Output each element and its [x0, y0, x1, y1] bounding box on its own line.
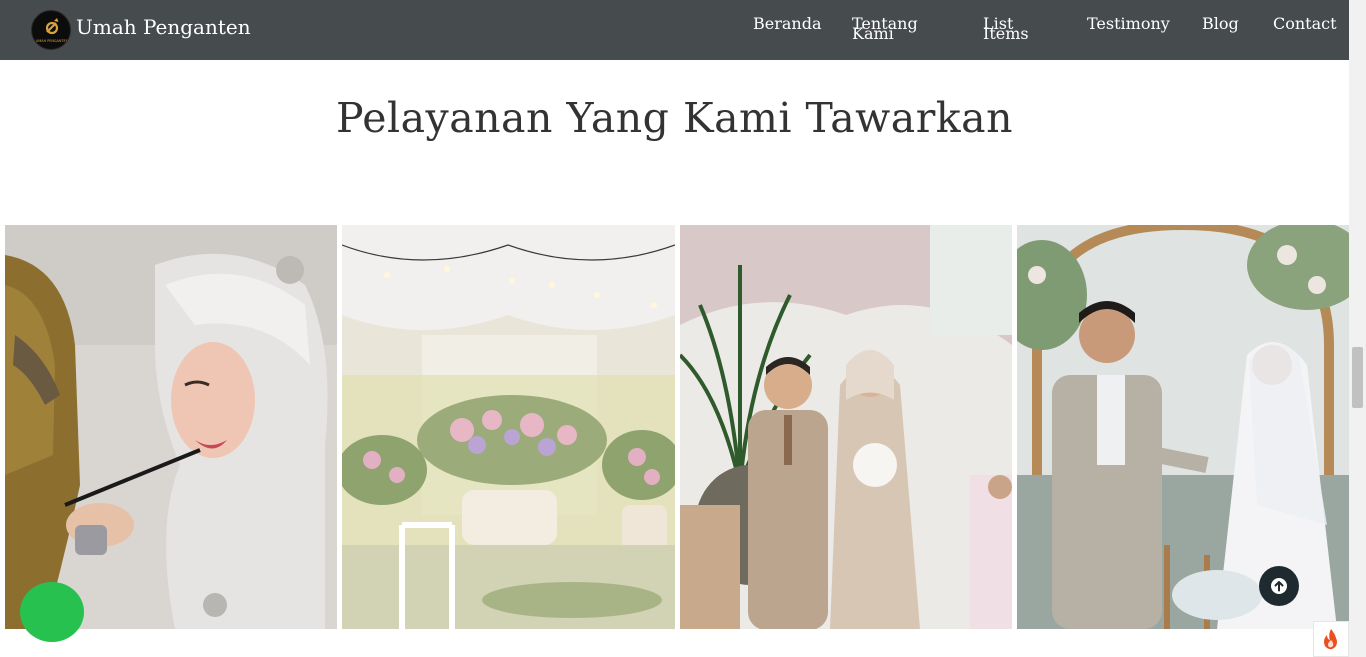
fire-icon: [1324, 629, 1337, 650]
fire-widget-button[interactable]: [1313, 621, 1349, 657]
ring-logo-icon: UMAH PENGANTEN: [36, 18, 69, 43]
brand-logo[interactable]: UMAH PENGANTEN: [31, 10, 71, 50]
top-navbar: UMAH PENGANTEN Umah Penganten Beranda Te…: [0, 0, 1349, 60]
nav-tentang-kami[interactable]: Tentang Kami: [852, 16, 932, 42]
page-scrollbar[interactable]: [1349, 0, 1366, 657]
nav-beranda[interactable]: Beranda: [753, 16, 822, 32]
gallery-tile-ring-exchange[interactable]: [1017, 225, 1349, 629]
gallery-tile-bride-groom[interactable]: [680, 225, 1012, 629]
scrollbar-thumb[interactable]: [1352, 347, 1363, 408]
nav-contact[interactable]: Contact: [1273, 16, 1337, 32]
nav-list-items[interactable]: List Items: [983, 16, 1063, 42]
bride-groom-photo: [680, 225, 1012, 629]
whatsapp-button[interactable]: [20, 582, 84, 642]
bridal-makeup-photo: [5, 225, 337, 629]
nav-blog[interactable]: Blog: [1202, 16, 1239, 32]
scroll-to-top-button[interactable]: [1259, 566, 1299, 606]
wedding-decoration-photo: [342, 225, 675, 629]
gallery-tile-wedding-decoration[interactable]: [342, 225, 675, 629]
brand-name[interactable]: Umah Penganten: [76, 15, 251, 39]
gallery-tile-bridal-makeup[interactable]: [5, 225, 337, 629]
arrow-up-circle-icon: [1271, 578, 1287, 594]
services-heading: Pelayanan Yang Kami Tawarkan: [335, 94, 1013, 142]
nav-testimony[interactable]: Testimony: [1087, 16, 1170, 32]
logo-text: UMAH PENGANTEN: [36, 39, 69, 43]
ring-exchange-photo: [1017, 225, 1349, 629]
